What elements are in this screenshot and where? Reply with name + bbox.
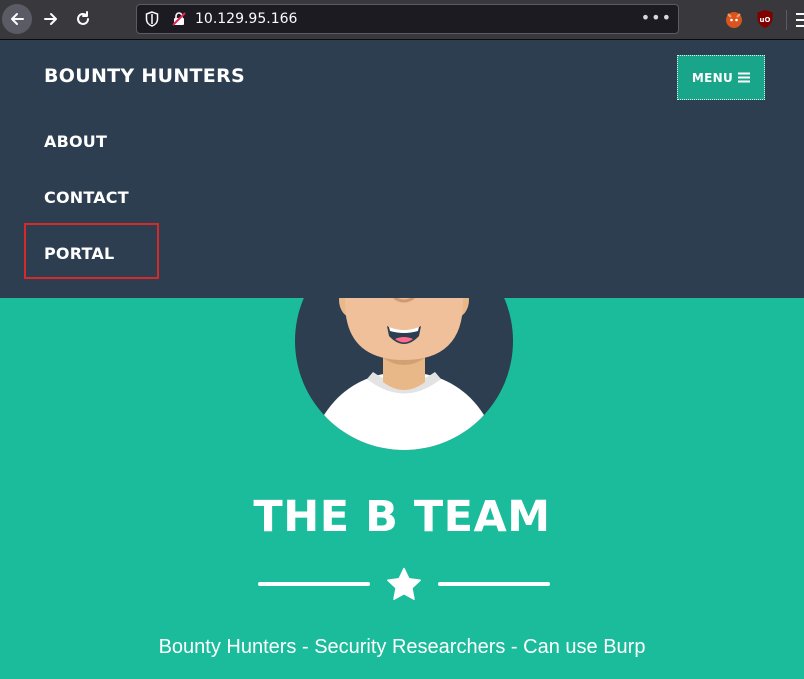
ublock-icon[interactable]: uO (756, 9, 774, 29)
bars-icon (738, 72, 751, 83)
masthead-title: THE B TEAM (253, 492, 551, 542)
browser-toolbar: 10.129.95.166 ••• uO (0, 0, 804, 40)
forward-button[interactable] (36, 4, 66, 34)
svg-text:uO: uO (760, 16, 771, 24)
back-button[interactable] (2, 4, 32, 34)
divider-line-right (438, 582, 550, 586)
portal-highlight-box (24, 223, 159, 279)
shield-icon[interactable] (145, 11, 159, 27)
star-icon (387, 567, 421, 600)
more-dots-icon[interactable]: ••• (641, 8, 672, 27)
hamburger-menu-icon[interactable] (796, 12, 804, 28)
nav-link-about[interactable]: ABOUT (44, 132, 107, 151)
toolbar-separator (786, 10, 787, 30)
foxyproxy-icon[interactable] (724, 9, 744, 29)
menu-button-label: MENU (691, 70, 734, 85)
divider-line-left (258, 582, 370, 586)
site-navbar: BOUNTY HUNTERS MENU ABOUT CONTACT PORTAL (0, 40, 804, 298)
arrow-right-icon (44, 13, 57, 25)
reload-button[interactable] (68, 4, 98, 34)
url-bar[interactable]: 10.129.95.166 ••• (136, 4, 679, 34)
nav-link-contact[interactable]: CONTACT (44, 188, 129, 207)
brand-logo[interactable]: BOUNTY HUNTERS (44, 65, 245, 87)
arrow-left-icon (11, 13, 24, 25)
insecure-lock-icon[interactable] (171, 11, 187, 27)
reload-icon (77, 11, 89, 25)
menu-toggle-button[interactable]: MENU (677, 55, 765, 100)
url-text[interactable]: 10.129.95.166 (195, 11, 297, 27)
masthead-subtitle: Bounty Hunters - Security Researchers - … (158, 636, 646, 658)
